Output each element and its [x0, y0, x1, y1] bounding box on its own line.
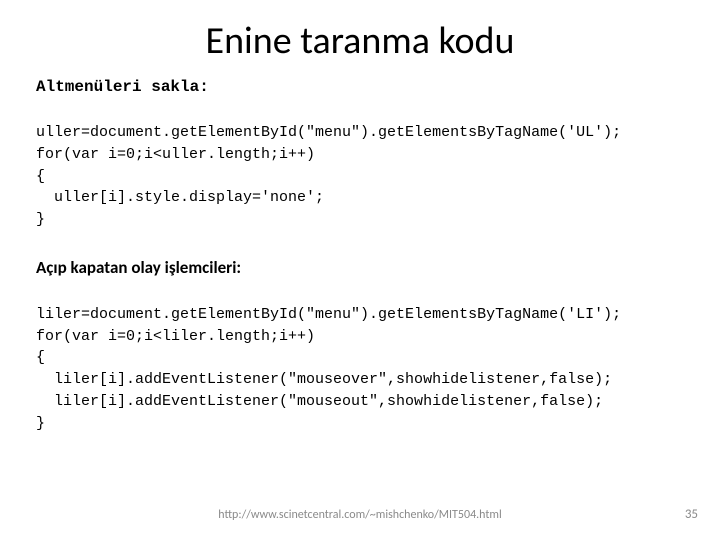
page-number: 35: [685, 507, 698, 522]
code-block-2: liler=document.getElementById("menu").ge…: [36, 304, 684, 435]
section-label-1: Altmenüleri sakla:: [36, 78, 684, 96]
slide: Enine taranma kodu Altmenüleri sakla: ul…: [0, 0, 720, 540]
section-label-2: Açıp kapatan olay işlemcileri:: [36, 257, 684, 278]
slide-title: Enine taranma kodu: [36, 18, 684, 64]
footer-url: http://www.scinetcentral.com/~mishchenko…: [0, 508, 720, 522]
code-block-1: uller=document.getElementById("menu").ge…: [36, 122, 684, 231]
